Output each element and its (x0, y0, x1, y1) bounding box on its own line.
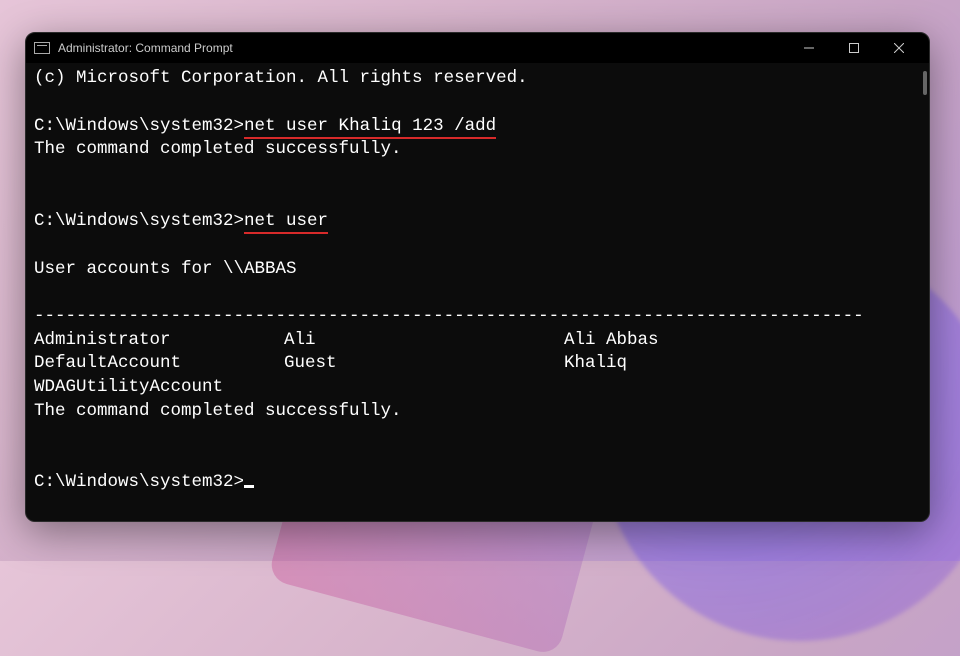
user-row: WDAGUtilityAccount (34, 376, 919, 400)
user-accounts-header: User accounts for \\ABBAS (34, 258, 919, 282)
user-cell: WDAGUtilityAccount (34, 376, 284, 400)
maximize-button[interactable] (831, 33, 876, 63)
titlebar[interactable]: Administrator: Command Prompt (26, 33, 929, 63)
user-cell (284, 376, 564, 400)
cmd-line-2: C:\Windows\system32>net user (34, 210, 919, 234)
copyright-line: (c) Microsoft Corporation. All rights re… (34, 67, 919, 91)
output-success-1: The command completed successfully. (34, 138, 919, 162)
cmd-line-1: C:\Windows\system32>net user Khaliq 123 … (34, 115, 919, 139)
prompt-text: C:\Windows\system32> (34, 472, 244, 492)
user-row: DefaultAccount Guest Khaliq (34, 352, 919, 376)
blank-line (34, 162, 919, 210)
window-title: Administrator: Command Prompt (58, 41, 233, 55)
command-text-2: net user (244, 211, 328, 234)
user-row: Administrator Ali Ali Abbas (34, 329, 919, 353)
blank-line (34, 234, 919, 258)
user-cell: Khaliq (564, 352, 919, 376)
cmd-line-3: C:\Windows\system32> (34, 471, 919, 495)
user-cell: Ali (284, 329, 564, 353)
user-cell: Guest (284, 352, 564, 376)
minimize-icon (804, 43, 814, 53)
user-cell: DefaultAccount (34, 352, 284, 376)
cmd-prompt-icon (34, 42, 50, 54)
command-prompt-window: Administrator: Command Prompt (c) Micros… (25, 32, 930, 522)
output-success-2: The command completed successfully. (34, 400, 919, 424)
terminal-body[interactable]: (c) Microsoft Corporation. All rights re… (26, 63, 929, 521)
dash-line: ----------------------------------------… (34, 305, 919, 329)
command-text-1: net user Khaliq 123 /add (244, 116, 496, 139)
blank-line (34, 281, 919, 305)
prompt-text: C:\Windows\system32> (34, 211, 244, 231)
user-cell: Ali Abbas (564, 329, 919, 353)
window-controls (786, 33, 921, 63)
cursor (244, 485, 254, 488)
blank-line (34, 91, 919, 115)
close-button[interactable] (876, 33, 921, 63)
user-cell (564, 376, 919, 400)
user-cell: Administrator (34, 329, 284, 353)
blank-line (34, 423, 919, 471)
prompt-text: C:\Windows\system32> (34, 116, 244, 136)
maximize-icon (849, 43, 859, 53)
close-icon (894, 43, 904, 53)
minimize-button[interactable] (786, 33, 831, 63)
scrollbar-thumb[interactable] (923, 71, 927, 95)
